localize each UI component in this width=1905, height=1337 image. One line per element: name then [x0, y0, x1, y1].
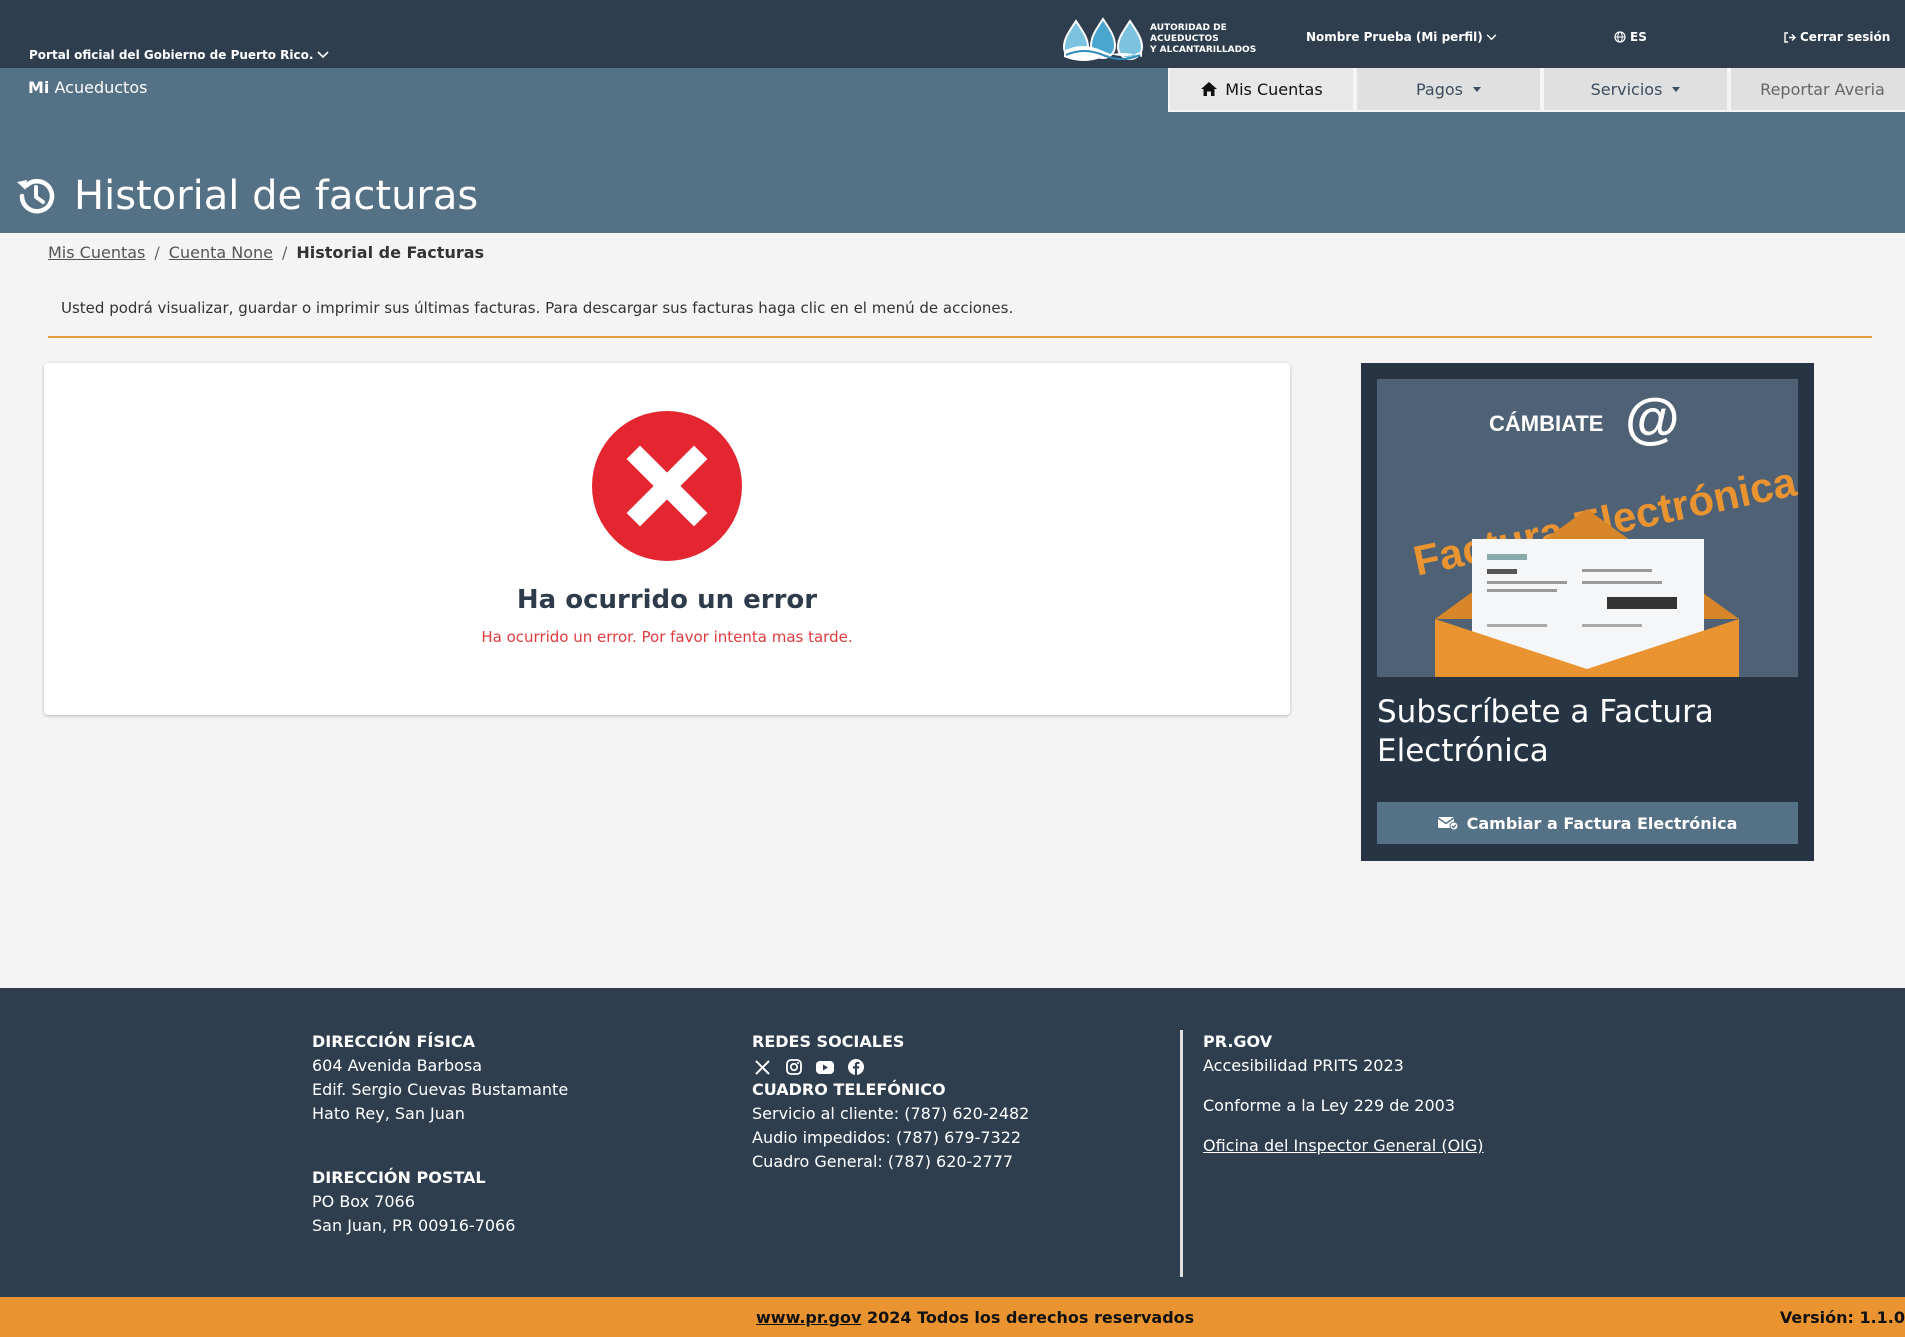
- oig-link[interactable]: Oficina del Inspector General (OIG): [1203, 1136, 1484, 1155]
- phone-line: Cuadro General: (787) 620-2777: [752, 1152, 1014, 1171]
- youtube-icon[interactable]: [814, 1058, 835, 1076]
- postal-address-line: PO Box 7066: [312, 1192, 415, 1211]
- page-title-text: Historial de facturas: [74, 173, 479, 219]
- nav-mis-cuentas[interactable]: Mis Cuentas: [1168, 68, 1355, 112]
- breadcrumb-current: Historial de Facturas: [296, 243, 485, 262]
- version-label: Versión: 1.1.0: [1779, 1308, 1905, 1327]
- page-header: Mi Acueductos Mis Cuentas Pagos Servicio…: [0, 68, 1905, 233]
- chevron-down-icon: [317, 51, 329, 59]
- error-x-icon: [592, 411, 742, 561]
- info-text: Usted podrá visualizar, guardar o imprim…: [61, 299, 1014, 317]
- app-name[interactable]: Mi Acueductos: [28, 78, 147, 97]
- brand-name: AUTORIDAD DE ACUEDUCTOS Y ALCANTARILLADO…: [1150, 23, 1290, 56]
- prgov-line: Conforme a la Ley 229 de 2003: [1203, 1096, 1456, 1115]
- language-label: ES: [1630, 30, 1647, 44]
- postal-address-line: San Juan, PR 00916-7066: [312, 1216, 516, 1235]
- nav-reportar-averia-label: Reportar Averia: [1760, 79, 1885, 99]
- nav-pagos[interactable]: Pagos: [1355, 68, 1542, 112]
- nav-servicios[interactable]: Servicios: [1542, 68, 1729, 112]
- footer-address-column: DIRECCIÓN FÍSICA 604 Avenida Barbosa Edi…: [312, 1030, 568, 1238]
- physical-address-line: Hato Rey, San Juan: [312, 1104, 465, 1123]
- profile-label: Nombre Prueba (Mi perfil): [1306, 30, 1483, 44]
- language-selector[interactable]: ES: [1614, 30, 1647, 44]
- physical-address-line: Edif. Sergio Cuevas Bustamante: [312, 1080, 569, 1099]
- instagram-icon[interactable]: [783, 1058, 804, 1076]
- nav-mis-cuentas-label: Mis Cuentas: [1225, 79, 1323, 99]
- home-icon: [1201, 82, 1218, 96]
- globe-icon: [1614, 31, 1626, 43]
- aaa-logo[interactable]: AUTORIDAD DE ACUEDUCTOS Y ALCANTARILLADO…: [1062, 17, 1290, 61]
- divider: [48, 336, 1872, 338]
- error-card: Ha ocurrido un error Ha ocurrido un erro…: [44, 363, 1290, 715]
- nav-pagos-label: Pagos: [1415, 79, 1463, 99]
- prgov-line: Accesibilidad PRITS 2023: [1203, 1056, 1404, 1075]
- caret-down-icon: [1473, 86, 1481, 92]
- caret-down-icon: [1672, 86, 1681, 92]
- facebook-icon[interactable]: [845, 1058, 866, 1076]
- at-sign-icon: @: [1625, 386, 1680, 449]
- x-twitter-icon[interactable]: [752, 1058, 773, 1076]
- e-invoice-promo: CÁMBIATE @ Factura Electrónica Subscríbe…: [1361, 363, 1814, 861]
- envelope-check-icon: [1437, 817, 1458, 830]
- bottom-bar: www.pr.gov 2024 Todos los derechos reser…: [0, 1297, 1905, 1337]
- prgov-link[interactable]: www.pr.gov: [756, 1308, 861, 1327]
- page-title: Historial de facturas: [14, 173, 478, 219]
- social-links: [752, 1054, 1029, 1078]
- app-name-rest: Acueductos: [54, 78, 148, 97]
- app-name-bold: Mi: [28, 78, 50, 97]
- promo-title: Subscríbete a Factura Electrónica: [1377, 694, 1714, 769]
- envelope-invoice-illustration: CÁMBIATE @ Factura Electrónica: [1377, 379, 1798, 677]
- nav-servicios-label: Servicios: [1590, 79, 1663, 99]
- switch-e-invoice-label: Cambiar a Factura Electrónica: [1466, 813, 1738, 833]
- footer-contact-column: REDES SOCIALES CUADRO TELEFÓNICO Servici…: [752, 1030, 1029, 1174]
- prgov-heading: PR.GOV: [1203, 1032, 1273, 1051]
- breadcrumb-cuenta[interactable]: Cuenta None: [169, 243, 273, 262]
- sign-out-icon: [1784, 31, 1796, 43]
- logout-button[interactable]: Cerrar sesión: [1784, 30, 1890, 44]
- copyright: www.pr.gov 2024 Todos los derechos reser…: [756, 1308, 1194, 1327]
- breadcrumb-separator: /: [154, 243, 160, 262]
- promo-image-text-1: CÁMBIATE: [1489, 411, 1603, 436]
- footer: DIRECCIÓN FÍSICA 604 Avenida Barbosa Edi…: [0, 988, 1905, 1297]
- phone-line: Audio impedidos: (787) 679-7322: [752, 1128, 1022, 1147]
- postal-address-heading: DIRECCIÓN POSTAL: [312, 1168, 486, 1187]
- history-icon: [17, 179, 55, 214]
- switch-e-invoice-button[interactable]: Cambiar a Factura Electrónica: [1377, 802, 1798, 844]
- breadcrumb-separator: /: [281, 243, 288, 262]
- promo-image: CÁMBIATE @ Factura Electrónica: [1377, 379, 1798, 677]
- nav-reportar-averia[interactable]: Reportar Averia: [1729, 68, 1905, 112]
- phone-heading: CUADRO TELEFÓNICO: [752, 1080, 946, 1099]
- top-bar: Portal oficial del Gobierno de Puerto Ri…: [0, 0, 1905, 68]
- breadcrumb-mis-cuentas[interactable]: Mis Cuentas: [48, 243, 145, 262]
- gov-portal-label: Portal oficial del Gobierno de Puerto Ri…: [29, 48, 314, 62]
- main-nav: Mis Cuentas Pagos Servicios Reportar Ave…: [1168, 68, 1905, 112]
- breadcrumb: Mis Cuentas / Cuenta None / Historial de…: [48, 243, 484, 262]
- error-message: Ha ocurrido un error. Por favor intenta …: [481, 628, 853, 646]
- brand-line-2: Y ALCANTARILLADOS: [1150, 44, 1257, 55]
- physical-address-line: 604 Avenida Barbosa: [312, 1056, 483, 1075]
- brand-line-1: AUTORIDAD DE ACUEDUCTOS: [1150, 22, 1227, 44]
- footer-divider: [1180, 1030, 1183, 1277]
- phone-line: Servicio al cliente: (787) 620-2482: [752, 1104, 1030, 1123]
- copyright-text: 2024 Todos los derechos reservados: [861, 1308, 1195, 1327]
- profile-menu[interactable]: Nombre Prueba (Mi perfil): [1306, 30, 1497, 44]
- chevron-down-icon: [1486, 33, 1497, 40]
- error-title: Ha ocurrido un error: [516, 585, 818, 615]
- gov-portal-link[interactable]: Portal oficial del Gobierno de Puerto Ri…: [29, 48, 329, 62]
- water-drops-logo-icon: [1062, 17, 1144, 61]
- physical-address-heading: DIRECCIÓN FÍSICA: [312, 1032, 475, 1051]
- footer-prgov-column: PR.GOV Accesibilidad PRITS 2023 Conforme…: [1203, 1030, 1484, 1158]
- logout-label: Cerrar sesión: [1800, 30, 1891, 44]
- social-heading: REDES SOCIALES: [752, 1032, 905, 1051]
